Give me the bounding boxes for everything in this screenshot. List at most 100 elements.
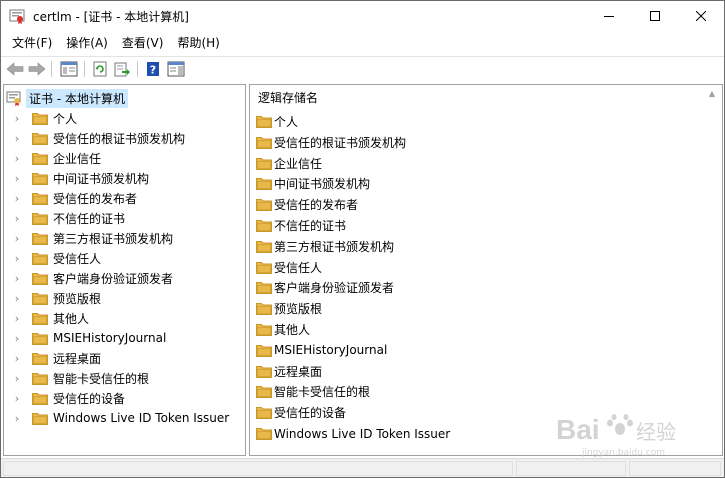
list-item[interactable]: 受信任人 (256, 257, 322, 278)
console-tree-pane[interactable]: 证书 - 本地计算机 › 个人 › 受信任的根证书颁发机构 › 企业信任 › 中间证书颁发机构… (3, 84, 246, 456)
tree-item[interactable]: › 个人 (4, 108, 77, 128)
tree-root-node[interactable]: 证书 - 本地计算机 (6, 88, 128, 108)
list-item[interactable]: 客户端身份验证颁发者 (256, 277, 394, 298)
tree-item[interactable]: › 受信任人 (4, 248, 101, 268)
results-pane[interactable]: 逻辑存储名 个人 受信任的根证书颁发机构 企业信任中间证书颁发机构受信任的发布者 不信… (249, 84, 723, 456)
tree-item[interactable]: › 第三方根证书颁发机构 (4, 228, 173, 248)
folder-icon (256, 344, 272, 357)
tree-item[interactable]: › 受信任的根证书颁发机构 (4, 128, 185, 148)
scroll-up-icon[interactable]: ▲ (706, 89, 718, 99)
list-item[interactable]: 预览版根 (256, 298, 322, 319)
chevron-right-icon[interactable]: › (10, 132, 24, 145)
menu-bar: 文件(F) 操作(A) 查看(V) 帮助(H) (1, 32, 724, 54)
list-item[interactable]: 受信任的发布者 (256, 194, 358, 215)
menu-file[interactable]: 文件(F) (5, 32, 59, 54)
list-item[interactable]: 不信任的证书 (256, 215, 346, 236)
tree-item[interactable]: › 不信任的证书 (4, 208, 125, 228)
menu-help[interactable]: 帮助(H) (170, 32, 226, 54)
action-pane-icon[interactable] (166, 60, 186, 78)
list-item[interactable]: 第三方根证书颁发机构 (256, 236, 394, 257)
folder-icon (32, 212, 48, 225)
toolbar-separator (137, 61, 138, 77)
list-item[interactable]: 受信任的根证书颁发机构 (256, 132, 406, 153)
chevron-right-icon[interactable]: › (10, 372, 24, 385)
chevron-right-icon[interactable]: › (10, 292, 24, 305)
folder-icon (256, 136, 272, 149)
column-header-store-name[interactable]: 逻辑存储名 (250, 85, 722, 109)
status-bar (1, 458, 724, 477)
chevron-right-icon[interactable]: › (10, 392, 24, 405)
chevron-right-icon[interactable]: › (10, 232, 24, 245)
window-title: certlm - [证书 - 本地计算机] (33, 10, 189, 24)
list-item[interactable]: Windows Live ID Token Issuer (256, 423, 450, 444)
forward-icon[interactable] (27, 60, 47, 78)
show-hide-console-tree-icon[interactable] (59, 60, 79, 78)
tree-item-label: 受信任的发布者 (53, 191, 138, 206)
list-item-label: 中间证书颁发机构 (274, 177, 371, 192)
help-icon[interactable]: ? (143, 60, 163, 78)
tree-item-label: 中间证书颁发机构 (53, 171, 150, 186)
list-item[interactable]: 远程桌面 (256, 361, 322, 382)
tree-item-label: 企业信任 (53, 151, 102, 166)
minimize-button[interactable] (586, 1, 632, 31)
tree-item[interactable]: › 客户端身份验证颁发者 (4, 268, 173, 288)
chevron-right-icon[interactable]: › (10, 172, 24, 185)
chevron-right-icon[interactable]: › (10, 152, 24, 165)
menu-view[interactable]: 查看(V) (115, 32, 171, 54)
tree-item[interactable]: › 智能卡受信任的根 (4, 368, 149, 388)
folder-icon (32, 172, 48, 185)
folder-icon (32, 112, 48, 125)
menu-action[interactable]: 操作(A) (59, 32, 115, 54)
back-icon[interactable] (5, 60, 25, 78)
tree-item[interactable]: › 远程桌面 (4, 348, 101, 368)
tree-item-label: 受信任人 (53, 251, 102, 266)
list-item-label: 受信任人 (274, 260, 323, 275)
watermark-brand: Bai (556, 414, 600, 445)
list-item[interactable]: 受信任的设备 (256, 402, 346, 423)
tree-item[interactable]: › 其他人 (4, 308, 89, 328)
tree-item[interactable]: › 预览版根 (4, 288, 101, 308)
tree-item-label: 预览版根 (53, 291, 102, 306)
chevron-right-icon[interactable]: › (10, 332, 24, 345)
tree-item-label: 智能卡受信任的根 (53, 371, 150, 386)
tree-item-label: 其他人 (53, 311, 90, 326)
chevron-right-icon[interactable]: › (10, 212, 24, 225)
close-button[interactable] (678, 1, 724, 31)
list-item-label: 其他人 (274, 323, 311, 337)
chevron-right-icon[interactable]: › (10, 192, 24, 205)
list-item[interactable]: MSIEHistoryJournal (256, 340, 387, 361)
list-item-label: 预览版根 (274, 302, 323, 317)
chevron-right-icon[interactable]: › (10, 112, 24, 125)
tree-item[interactable]: › 受信任的发布者 (4, 188, 137, 208)
tree-item[interactable]: › 受信任的设备 (4, 388, 125, 408)
list-item-label: MSIEHistoryJournal (274, 343, 388, 358)
list-item[interactable]: 中间证书颁发机构 (256, 173, 370, 194)
toolbar-separator (51, 61, 52, 77)
refresh-icon[interactable] (90, 60, 110, 78)
tree-item[interactable]: › MSIEHistoryJournal (4, 328, 167, 348)
vertical-scrollbar[interactable]: ▲ (702, 85, 722, 455)
list-item[interactable]: 个人 (256, 111, 298, 132)
tree-item[interactable]: › 中间证书颁发机构 (4, 168, 149, 188)
folder-icon (32, 192, 48, 205)
chevron-right-icon[interactable]: › (10, 352, 24, 365)
chevron-right-icon[interactable]: › (10, 252, 24, 265)
chevron-right-icon[interactable]: › (10, 412, 24, 425)
chevron-right-icon[interactable]: › (10, 312, 24, 325)
folder-icon (256, 157, 272, 170)
folder-icon (256, 323, 272, 336)
list-item[interactable]: 企业信任 (256, 153, 322, 174)
folder-icon (256, 240, 272, 253)
folder-icon (32, 392, 48, 405)
tree-item[interactable]: › 企业信任 (4, 148, 101, 168)
folder-icon (256, 115, 272, 128)
export-list-icon[interactable] (112, 60, 132, 78)
maximize-button[interactable] (632, 1, 678, 31)
list-item[interactable]: 智能卡受信任的根 (256, 381, 370, 402)
chevron-right-icon[interactable]: › (10, 272, 24, 285)
folder-icon (256, 177, 272, 191)
list-item[interactable]: 其他人 (256, 319, 310, 340)
title-bar[interactable]: certlm - [证书 - 本地计算机] (1, 1, 724, 31)
tree-item[interactable]: › Windows Live ID Token Issuer (4, 408, 229, 428)
status-cell-secondary (516, 461, 626, 476)
